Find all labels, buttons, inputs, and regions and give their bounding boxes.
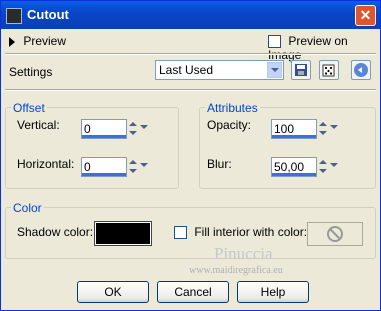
blur-label: Blur:: [207, 157, 232, 171]
settings-label: Settings: [9, 65, 53, 79]
blur-input[interactable]: 50,00: [271, 157, 317, 177]
chevron-down-icon[interactable]: [329, 121, 341, 135]
dice-icon: [322, 64, 335, 77]
fill-interior-label: Fill interior with color:: [194, 225, 308, 239]
vertical-value: 0: [84, 122, 91, 136]
settings-value: Last Used: [159, 63, 214, 77]
close-button[interactable]: ✕: [355, 5, 376, 26]
offset-title: Offset: [11, 101, 47, 115]
vertical-input[interactable]: 0: [81, 119, 127, 139]
checkbox-box[interactable]: [174, 226, 187, 240]
preview-on-image-checkbox[interactable]: Preview on Image: [268, 34, 380, 62]
reset-icon: [354, 63, 368, 77]
shadow-color-label: Shadow color:: [17, 225, 94, 239]
spin-updown[interactable]: [128, 119, 138, 139]
blur-value: 50,00: [274, 160, 305, 174]
fill-color-swatch[interactable]: [307, 222, 363, 246]
separator: [5, 89, 376, 91]
horizontal-label: Horizontal:: [17, 157, 75, 171]
no-color-icon: [327, 226, 343, 242]
watermark-name: Pinuccia: [214, 244, 273, 263]
opacity-input[interactable]: 100: [271, 119, 317, 139]
dropdown-arrow[interactable]: [267, 62, 282, 78]
app-icon: [6, 8, 22, 24]
save-icon: [295, 64, 307, 76]
chevron-down-icon[interactable]: [139, 121, 151, 135]
fill-interior-checkbox[interactable]: Fill interior with color:: [174, 225, 308, 240]
horizontal-input[interactable]: 0: [81, 157, 127, 177]
spin-updown[interactable]: [128, 157, 138, 177]
watermark-site: www.maidiregrafica.eu: [189, 265, 283, 276]
chevron-down-icon[interactable]: [329, 159, 341, 173]
window-title: Cutout: [27, 7, 69, 22]
horizontal-value: 0: [84, 160, 91, 174]
chevron-down-icon[interactable]: [139, 159, 151, 173]
separator: [5, 53, 376, 55]
title-bar[interactable]: Cutout ✕: [1, 1, 380, 29]
save-preset-button[interactable]: [291, 60, 311, 80]
cutout-dialog: Cutout ✕ Preview Preview on Image Settin…: [0, 0, 381, 311]
vertical-label: Vertical:: [17, 118, 60, 132]
help-button[interactable]: Help: [237, 281, 309, 303]
shadow-color-swatch[interactable]: [94, 221, 152, 246]
cancel-button[interactable]: Cancel: [157, 281, 229, 303]
opacity-value: 100: [274, 122, 295, 136]
color-title: Color: [11, 201, 44, 215]
spin-updown[interactable]: [318, 119, 328, 139]
preview-label: Preview: [23, 34, 67, 48]
checkbox-box[interactable]: [268, 35, 281, 49]
attributes-title: Attributes: [205, 101, 260, 115]
settings-select[interactable]: Last Used: [155, 60, 284, 80]
opacity-label: Opacity:: [207, 118, 252, 132]
spin-updown[interactable]: [318, 157, 328, 177]
reset-button[interactable]: [351, 60, 371, 80]
expand-triangle-icon[interactable]: [9, 36, 15, 47]
ok-button[interactable]: OK: [77, 281, 149, 303]
randomize-button[interactable]: [319, 60, 339, 80]
preview-toggle[interactable]: Preview: [9, 34, 66, 48]
